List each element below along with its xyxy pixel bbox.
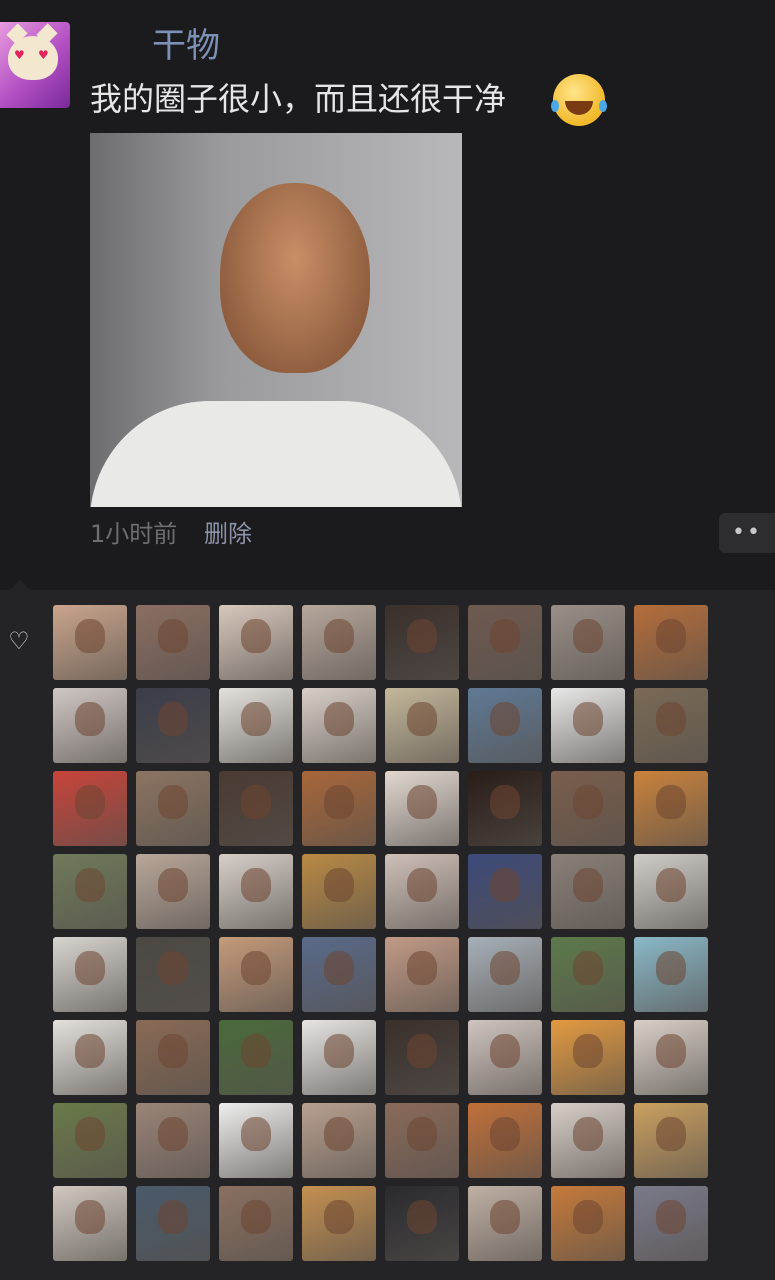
liker-avatar[interactable] — [219, 854, 293, 929]
post-photo[interactable] — [90, 133, 462, 507]
liker-avatar[interactable] — [551, 1020, 625, 1095]
tear-icon — [599, 100, 607, 112]
liker-avatar[interactable] — [53, 937, 127, 1012]
liker-avatar[interactable] — [634, 771, 708, 846]
liker-avatar[interactable] — [468, 688, 542, 763]
liker-avatar[interactable] — [551, 771, 625, 846]
liker-avatar[interactable] — [219, 1186, 293, 1261]
photo-person-body — [90, 401, 462, 507]
liker-avatar[interactable] — [302, 771, 376, 846]
liker-avatar[interactable] — [219, 771, 293, 846]
liker-avatar[interactable] — [468, 1186, 542, 1261]
liker-avatar[interactable] — [634, 688, 708, 763]
liker-avatar[interactable] — [468, 1020, 542, 1095]
liker-avatar[interactable] — [385, 605, 459, 680]
likes-avatar-grid — [53, 605, 708, 1261]
liker-avatar[interactable] — [385, 854, 459, 929]
post-time: 1小时前 — [90, 520, 178, 548]
liker-avatar[interactable] — [53, 1186, 127, 1261]
more-options-button[interactable]: •• — [719, 513, 775, 553]
liker-avatar[interactable] — [634, 605, 708, 680]
liker-avatar[interactable] — [385, 771, 459, 846]
heart-eye-icon: ♥ — [14, 48, 25, 62]
photo-person-head — [220, 183, 370, 373]
liker-avatar[interactable] — [302, 1103, 376, 1178]
post-text: 我的圈子很小，而且还很干净 — [90, 80, 507, 118]
laughing-tears-emoji-icon — [551, 74, 607, 126]
liker-avatar[interactable] — [136, 1020, 210, 1095]
liker-avatar[interactable] — [468, 854, 542, 929]
liker-avatar[interactable] — [219, 1020, 293, 1095]
heart-eye-icon: ♥ — [38, 48, 49, 62]
liker-avatar[interactable] — [385, 1020, 459, 1095]
liker-avatar[interactable] — [53, 605, 127, 680]
liker-avatar[interactable] — [302, 1020, 376, 1095]
liker-avatar[interactable] — [551, 1103, 625, 1178]
liker-avatar[interactable] — [551, 854, 625, 929]
author-avatar[interactable]: ♥ ♥ — [0, 22, 70, 108]
liker-avatar[interactable] — [302, 854, 376, 929]
liker-avatar[interactable] — [136, 771, 210, 846]
liker-avatar[interactable] — [385, 1103, 459, 1178]
emoji-mouth — [565, 101, 593, 115]
liker-avatar[interactable] — [468, 605, 542, 680]
liker-avatar[interactable] — [136, 854, 210, 929]
liker-avatar[interactable] — [385, 1186, 459, 1261]
liker-avatar[interactable] — [385, 937, 459, 1012]
liker-avatar[interactable] — [53, 854, 127, 929]
liker-avatar[interactable] — [136, 1103, 210, 1178]
likes-panel-caret — [10, 580, 30, 590]
liker-avatar[interactable] — [468, 771, 542, 846]
liker-avatar[interactable] — [302, 937, 376, 1012]
liker-avatar[interactable] — [634, 937, 708, 1012]
liker-avatar[interactable] — [385, 688, 459, 763]
heart-icon: ♡ — [8, 627, 30, 655]
liker-avatar[interactable] — [302, 688, 376, 763]
liker-avatar[interactable] — [136, 605, 210, 680]
liker-avatar[interactable] — [53, 688, 127, 763]
liker-avatar[interactable] — [468, 1103, 542, 1178]
liker-avatar[interactable] — [53, 1103, 127, 1178]
tear-icon — [551, 100, 559, 112]
liker-avatar[interactable] — [551, 688, 625, 763]
liker-avatar[interactable] — [219, 605, 293, 680]
liker-avatar[interactable] — [551, 605, 625, 680]
avatar-cat-face: ♥ ♥ — [8, 36, 58, 80]
liker-avatar[interactable] — [53, 1020, 127, 1095]
liker-avatar[interactable] — [136, 688, 210, 763]
liker-avatar[interactable] — [302, 605, 376, 680]
liker-avatar[interactable] — [219, 1103, 293, 1178]
liker-avatar[interactable] — [136, 937, 210, 1012]
liker-avatar[interactable] — [551, 1186, 625, 1261]
liker-avatar[interactable] — [468, 937, 542, 1012]
liker-avatar[interactable] — [219, 688, 293, 763]
liker-avatar[interactable] — [551, 937, 625, 1012]
delete-button[interactable]: 删除 — [204, 518, 252, 550]
liker-avatar[interactable] — [302, 1186, 376, 1261]
liker-avatar[interactable] — [634, 1103, 708, 1178]
liker-avatar[interactable] — [634, 1020, 708, 1095]
liker-avatar[interactable] — [53, 771, 127, 846]
liker-avatar[interactable] — [136, 1186, 210, 1261]
liker-avatar[interactable] — [634, 1186, 708, 1261]
liker-avatar[interactable] — [219, 937, 293, 1012]
author-name[interactable]: 干物 — [152, 24, 220, 68]
liker-avatar[interactable] — [634, 854, 708, 929]
